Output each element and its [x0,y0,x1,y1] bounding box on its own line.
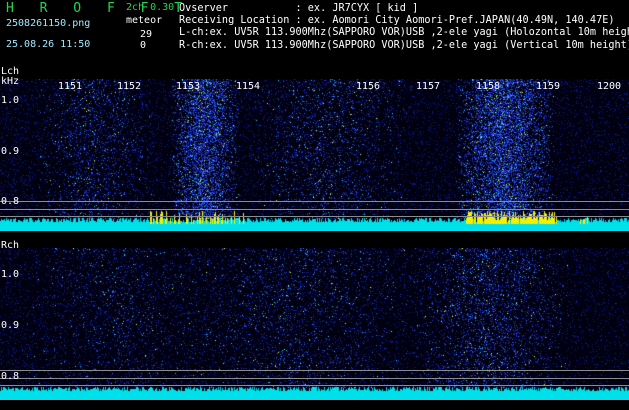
mode-label: meteor [126,15,163,26]
observer-line: Ovserver : ex. JR7CYX [ kid ] [179,3,419,14]
rch-marker-line [0,370,629,371]
time-label: 1151 [58,81,83,92]
lch-freq-label: 0.8 [1,196,20,207]
rch-marker-line [0,378,629,379]
datetime-label: 25.08.26 11:50 [6,39,91,50]
lch-marker-line [0,216,629,217]
time-label: 1157 [416,81,441,92]
time-label: 1159 [536,81,561,92]
time-label: 1158 [476,81,501,92]
filename-label: 2508261150.png [6,18,91,29]
time-label: 1200 [597,81,622,92]
rch-freq-label: 0.9 [1,320,20,331]
rch-config-line: R-ch:ex. UV5R 113.900Mhz(SAPPORO VOR)USB… [179,40,629,51]
time-label: 1154 [236,81,261,92]
lch-unit-label: kHz [1,76,20,87]
rch-count: 0 [140,40,147,51]
lch-freq-label: 1.0 [1,95,20,106]
lch-freq-label: 0.9 [1,146,20,157]
rch-label: Rch [1,240,20,251]
time-label: 1153 [176,81,201,92]
lch-marker-line [0,209,629,210]
time-label: 1152 [117,81,142,92]
version-label: 2ch 0.30 [126,2,175,13]
lch-count: 29 [140,29,153,40]
lch-marker-line [0,201,629,202]
rch-freq-label: 1.0 [1,269,20,280]
time-label: 1156 [356,81,381,92]
location-line: Receiving Location : ex. Aomori City Aom… [179,15,615,26]
rch-freq-label: 0.8 [1,371,20,382]
rch-marker-line [0,385,629,386]
lch-config-line: L-ch:ex. UV5R 113.900Mhz(SAPPORO VOR)USB… [179,27,629,38]
